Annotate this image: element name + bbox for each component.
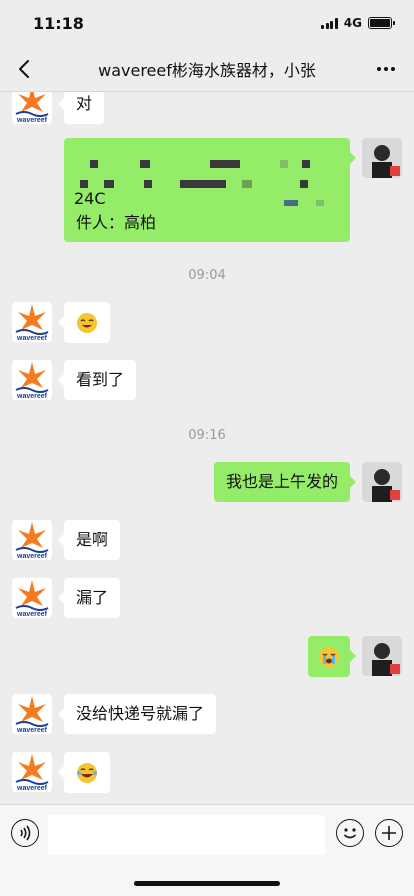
user-avatar[interactable] [362,462,402,502]
signal-icon [321,17,338,29]
wavereef-logo-icon: wavereef [15,522,49,560]
message-bubble[interactable]: 漏了 [57,578,121,618]
voice-icon [20,825,31,841]
message-incoming: wavereef 没给快递号就漏了 [0,694,414,734]
emoji-button[interactable] [336,819,364,847]
message-outgoing: 24C 件人：高柏 [0,138,414,242]
message-text: 件人：高柏 [76,213,157,232]
message-text: 是啊 [76,530,109,549]
message-text: 24C [74,189,106,208]
contact-avatar[interactable]: wavereef [12,360,52,400]
message-incoming: wavereef 漏了 [0,578,414,618]
message-outgoing [0,636,414,677]
message-text: 我也是上午发的 [225,472,338,491]
logo-wordmark: wavereef [16,785,48,792]
timestamp: 09:04 [188,268,226,283]
logo-wordmark: wavereef [16,335,48,342]
network-label: 4G [343,16,362,30]
user-avatar-icon [362,462,402,502]
user-avatar[interactable] [362,636,402,676]
status-time: 11:18 [33,14,84,33]
contact-avatar[interactable]: wavereef [12,578,52,618]
crying-emoji-icon [319,646,339,667]
wavereef-logo-icon: wavereef [15,696,49,734]
contact-avatar[interactable]: wavereef [12,694,52,734]
laughing-emoji-icon [77,312,97,333]
back-button[interactable] [12,56,38,82]
message-bubble[interactable] [308,636,356,677]
voice-button[interactable] [11,819,39,847]
status-indicators: 4G [321,16,395,30]
plus-icon [382,826,396,840]
wavereef-logo-icon: wavereef [15,304,49,342]
message-text: 没给快递号就漏了 [76,704,205,723]
chevron-left-icon [19,60,29,78]
message-incoming: wavereef 是啊 [0,520,414,560]
contact-avatar[interactable]: wavereef [12,302,52,342]
message-incoming: wavereef [0,302,414,343]
chat-title: wavereef彬海水族器材，小张 [98,60,316,80]
user-avatar-icon [362,636,402,676]
timestamp: 09:16 [188,428,226,443]
nav-bar: wavereef彬海水族器材，小张 [0,46,414,92]
message-bubble[interactable]: 对 [57,92,105,124]
message-text: 漏了 [76,588,109,607]
message-bubble[interactable]: 没给快递号就漏了 [57,694,217,734]
wavereef-logo-icon: wavereef [15,92,49,124]
message-bubble[interactable] [58,302,110,343]
logo-wordmark: wavereef [16,553,48,560]
message-text: 看到了 [76,370,125,389]
message-incoming: wavereef [0,752,414,793]
message-bubble[interactable] [58,752,110,793]
wavereef-logo-icon: wavereef [15,362,49,400]
message-bubble[interactable]: 是啊 [57,520,121,560]
logo-wordmark: wavereef [16,727,48,734]
wavereef-logo-icon: wavereef [15,580,49,618]
message-input[interactable] [48,815,325,855]
user-avatar-icon [362,138,402,178]
chat-area[interactable]: wavereef 对 24C 件人：高柏 09:04 wavereef wave… [0,92,414,804]
message-outgoing: 我也是上午发的 [0,462,414,502]
logo-wordmark: wavereef [16,611,48,618]
status-bar: 11:18 4G [0,0,414,46]
contact-avatar[interactable]: wavereef [12,520,52,560]
emoji-icon [343,828,357,839]
tears-of-joy-emoji-icon [77,762,97,783]
home-indicator[interactable] [134,881,280,886]
more-functions-button[interactable] [375,819,403,847]
logo-wordmark: wavereef [16,117,48,124]
message-text: 对 [76,94,93,113]
user-avatar[interactable] [362,138,402,178]
more-button[interactable] [372,58,400,80]
message-incoming: wavereef 对 [0,92,414,124]
contact-avatar[interactable]: wavereef [12,92,52,124]
message-bubble[interactable]: 24C 件人：高柏 [64,138,356,242]
message-incoming: wavereef 看到了 [0,360,414,400]
more-icon [377,67,381,71]
logo-wordmark: wavereef [16,393,48,400]
battery-icon [368,17,395,29]
wavereef-logo-icon: wavereef [15,754,49,792]
contact-avatar[interactable]: wavereef [12,752,52,792]
message-bubble[interactable]: 我也是上午发的 [213,462,357,502]
message-bubble[interactable]: 看到了 [57,360,137,400]
